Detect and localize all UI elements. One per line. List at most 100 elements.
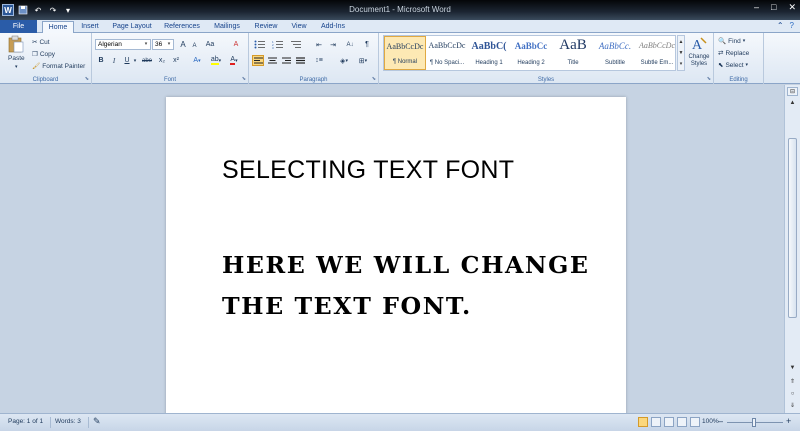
font-name-dropdown-icon[interactable]: ▾ [142, 40, 150, 49]
grow-font-button[interactable]: A [178, 39, 188, 50]
document-page[interactable]: SELECTING TEXT FONT HERE WE WILL CHANGE … [166, 97, 626, 413]
highlight-button[interactable]: ab ▾ [208, 55, 224, 66]
increase-indent-icon: ⇥ [330, 41, 336, 49]
format-painter-button[interactable]: 🖌 Format Painter [32, 62, 85, 71]
multilevel-list-button[interactable] [289, 39, 303, 50]
tab-add-ins[interactable]: Add-Ins [320, 21, 346, 33]
document-body-line-2[interactable]: THE TEXT FONT. [222, 293, 472, 320]
align-center-button[interactable] [266, 55, 278, 66]
ruler-toggle-icon[interactable]: ⊟ [787, 87, 798, 96]
strikethrough-button[interactable]: abe [140, 55, 154, 66]
decrease-indent-button[interactable]: ⇤ [313, 39, 325, 50]
clear-formatting-button[interactable]: A [230, 39, 242, 50]
zoom-out-button[interactable]: – [718, 416, 723, 426]
help-icon[interactable]: ? [790, 21, 794, 30]
style-subtitle[interactable]: AaBbCc. Subtitle [594, 36, 636, 70]
justify-button[interactable] [294, 55, 306, 66]
align-left-button[interactable] [252, 55, 264, 66]
editing-group: 🔍 Find ▾ ⇄ Replace ⬉ Select ▾ Editing [714, 33, 764, 84]
align-right-button[interactable] [280, 55, 292, 66]
draft-view-icon[interactable] [690, 417, 700, 427]
zoom-slider-thumb[interactable] [752, 418, 756, 427]
subscript-button[interactable]: x₂ [156, 55, 168, 66]
gallery-up-icon[interactable]: ▲ [679, 39, 684, 45]
print-layout-view-icon[interactable] [638, 417, 648, 427]
paragraph-group-label: Paragraph [299, 77, 328, 83]
underline-dropdown-icon[interactable]: ▾ [132, 55, 138, 66]
style-name: Heading 1 [475, 60, 503, 66]
styles-gallery-scroll[interactable]: ▲ ▼ ▾ [677, 35, 685, 71]
browse-object-icon[interactable]: ○ [787, 390, 798, 399]
select-button[interactable]: ⬉ Select ▾ [718, 61, 748, 70]
outline-view-icon[interactable] [677, 417, 687, 427]
zoom-level[interactable]: 100% [702, 418, 719, 425]
document-heading[interactable]: SELECTING TEXT FONT [222, 156, 514, 185]
previous-page-icon[interactable]: ⇑ [787, 378, 798, 387]
paragraph-dialog-launcher[interactable]: ⬊ [372, 76, 376, 82]
style-preview: AaBbCc. [598, 41, 632, 51]
tab-file[interactable]: File [0, 20, 37, 33]
scroll-up-icon[interactable]: ▲ [787, 99, 798, 108]
font-dialog-launcher[interactable]: ⬊ [242, 76, 246, 82]
tab-insert[interactable]: Insert [78, 21, 102, 33]
find-button[interactable]: 🔍 Find ▾ [718, 37, 745, 46]
scrollbar-thumb[interactable] [788, 138, 797, 318]
scroll-down-icon[interactable]: ▼ [787, 364, 798, 373]
web-layout-view-icon[interactable] [664, 417, 674, 427]
sort-button[interactable]: A↓ [344, 39, 356, 50]
tab-mailings[interactable]: Mailings [212, 21, 242, 33]
line-spacing-button[interactable]: ↕≡ [312, 55, 326, 66]
style-normal[interactable]: AaBbCcDc ¶ Normal [384, 36, 426, 70]
vertical-scrollbar[interactable]: ⊟ ▲ ▼ ⇑ ○ ⇓ [784, 85, 800, 413]
cut-button[interactable]: ✂ Cut [32, 38, 50, 47]
font-size-dropdown-icon[interactable]: ▾ [165, 40, 173, 49]
zoom-in-button[interactable]: + [786, 416, 791, 426]
gallery-down-icon[interactable]: ▼ [679, 50, 684, 56]
numbering-button[interactable]: 123 [271, 39, 285, 50]
word-count[interactable]: Words: 3 [55, 418, 81, 425]
font-size-combo[interactable]: 36 ▾ [152, 39, 174, 50]
shading-button[interactable]: ◈ ▾ [336, 55, 352, 66]
tab-view[interactable]: View [290, 21, 308, 33]
paste-button[interactable]: Paste ▾ [8, 35, 25, 70]
style-no-spacing[interactable]: AaBbCcDc ¶ No Spaci... [426, 36, 468, 70]
style-heading-1[interactable]: AaBbC( Heading 1 [468, 36, 510, 70]
increase-indent-button[interactable]: ⇥ [327, 39, 339, 50]
next-page-icon[interactable]: ⇓ [787, 402, 798, 411]
tab-page-layout[interactable]: Page Layout [111, 21, 153, 33]
font-name-combo[interactable]: Algerian ▾ [95, 39, 151, 50]
minimize-button[interactable]: – [754, 2, 759, 13]
shrink-font-button[interactable]: A [190, 40, 199, 51]
replace-button[interactable]: ⇄ Replace [718, 49, 749, 58]
style-subtle-emphasis[interactable]: AaBbCcDc Subtle Em... [636, 36, 678, 70]
editing-group-label: Editing [729, 77, 748, 83]
gallery-more-icon[interactable]: ▾ [680, 61, 683, 67]
minimize-ribbon-icon[interactable]: ⌃ [777, 21, 784, 30]
styles-dialog-launcher[interactable]: ⬊ [707, 76, 711, 82]
change-styles-button[interactable]: A Change Styles [686, 36, 712, 68]
clipboard-dialog-launcher[interactable]: ⬊ [85, 76, 89, 82]
document-body-line-1[interactable]: HERE WE WILL CHANGE [222, 252, 590, 279]
close-button[interactable]: ✕ [788, 2, 796, 13]
italic-button[interactable]: I [109, 55, 119, 66]
maximize-button[interactable]: □ [771, 2, 776, 13]
tab-review[interactable]: Review [254, 21, 278, 33]
superscript-button[interactable]: x² [170, 55, 182, 66]
font-color-button[interactable]: A ▾ [226, 55, 242, 66]
bold-button[interactable]: B [96, 55, 106, 66]
tab-references[interactable]: References [163, 21, 201, 33]
page-count[interactable]: Page: 1 of 1 [8, 418, 43, 425]
style-title[interactable]: AaB Title [552, 36, 594, 70]
style-preview: AaBbCcDc [428, 41, 466, 50]
highlighter-icon: ab [210, 56, 219, 65]
bullets-button[interactable] [253, 39, 267, 50]
underline-button[interactable]: U [122, 55, 132, 66]
borders-button[interactable]: ⊞ ▾ [355, 55, 371, 66]
style-heading-2[interactable]: AaBbCc Heading 2 [510, 36, 552, 70]
full-screen-reading-view-icon[interactable] [651, 417, 661, 427]
proofing-icon[interactable]: ✎ [93, 416, 101, 427]
copy-button[interactable]: ❐ Copy [32, 50, 55, 59]
change-case-button[interactable]: Aa [203, 39, 217, 50]
show-hide-marks-button[interactable]: ¶ [362, 39, 372, 50]
text-effects-button[interactable]: A ▾ [190, 55, 204, 66]
